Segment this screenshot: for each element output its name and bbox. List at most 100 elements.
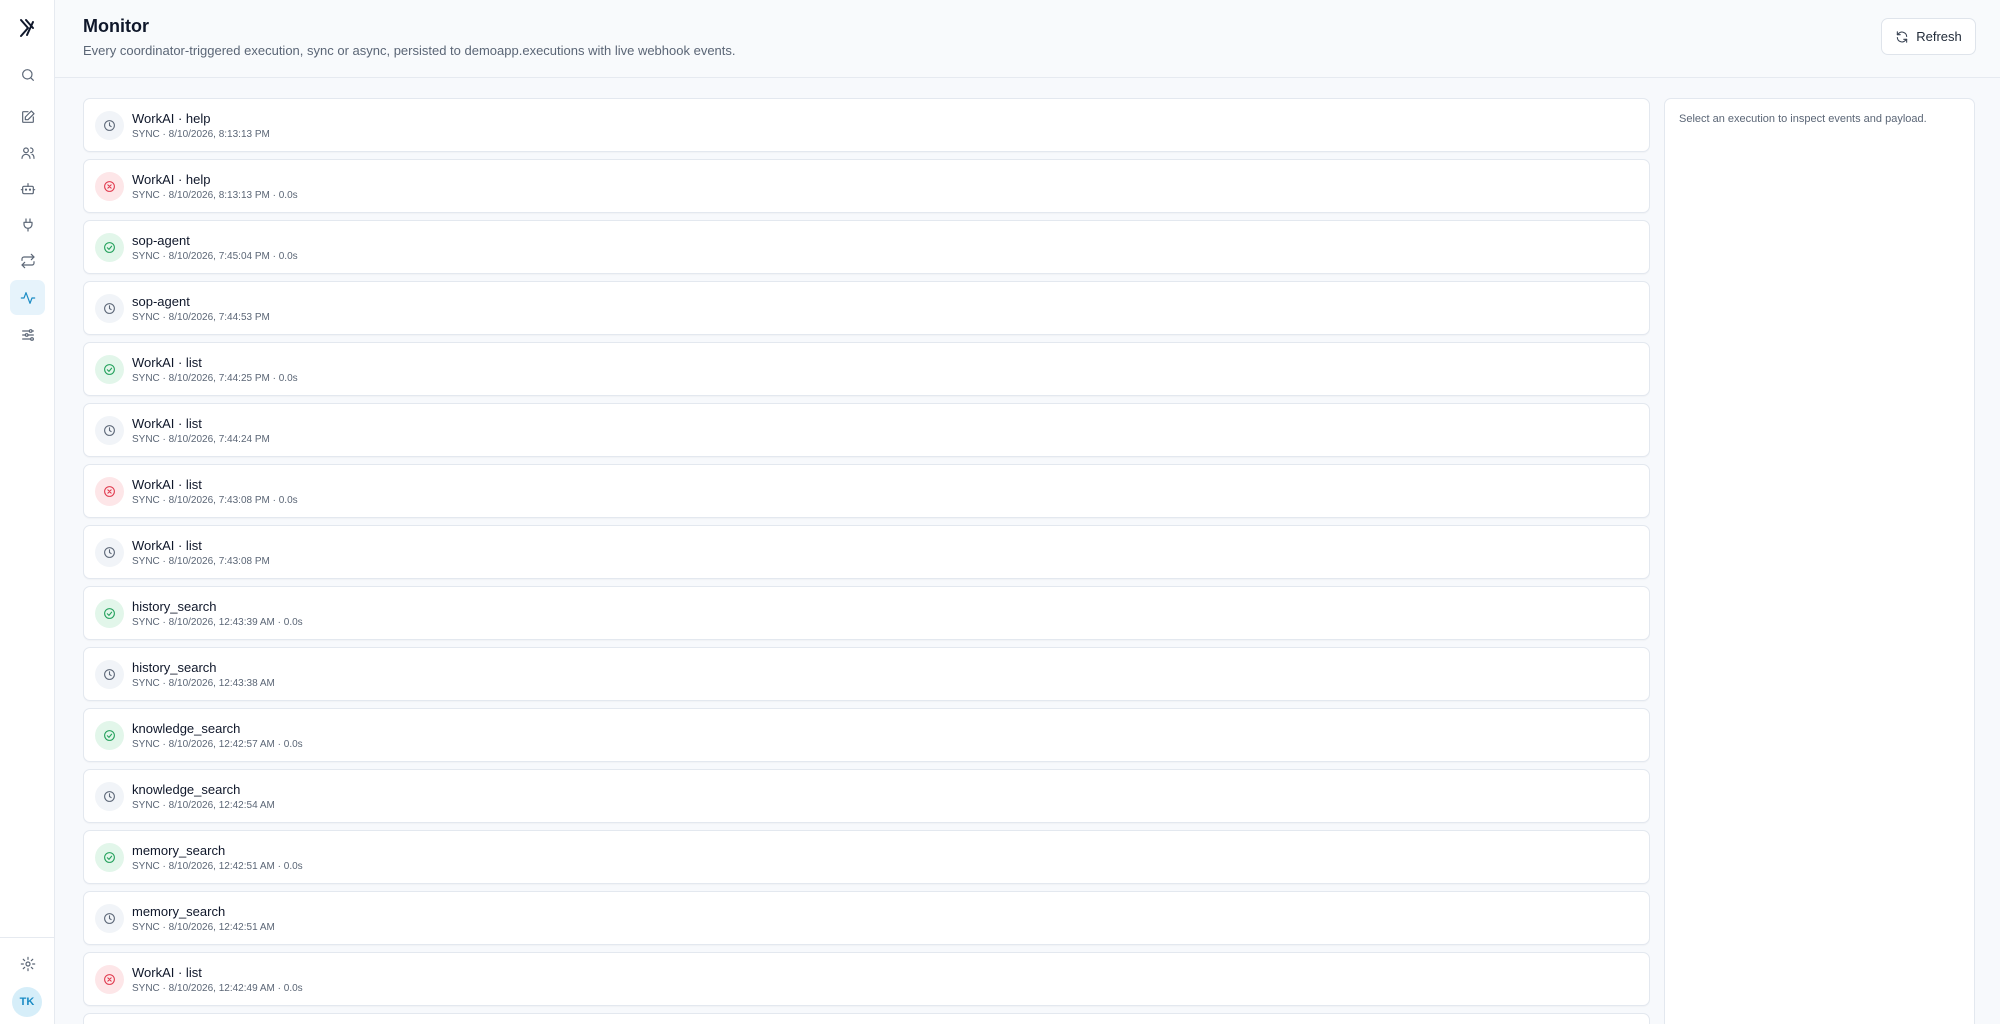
execution-row[interactable]	[83, 1013, 1650, 1024]
execution-name: history_search	[132, 660, 217, 675]
execution-row[interactable]: WorkAI · help SYNC · 8/10/2026, 8:13:13 P…	[83, 159, 1650, 213]
status-badge	[95, 294, 124, 323]
plug-icon	[22, 217, 33, 232]
refresh-button[interactable]: Refresh	[1881, 18, 1976, 55]
search-icon	[21, 68, 34, 81]
execution-row[interactable]: WorkAI · list SYNC · 8/10/2026, 7:44:25 P…	[83, 342, 1650, 396]
status-badge	[95, 965, 124, 994]
page-header: Monitor Every coordinator-triggered exec…	[55, 0, 2000, 78]
settings-button[interactable]	[10, 946, 45, 981]
execution-meta: SYNC · 8/10/2026, 12:42:51 AM · 0.0s	[132, 861, 303, 872]
execution-name: WorkAI · help	[132, 111, 211, 126]
gear-icon	[20, 956, 35, 971]
sidebar-item-users[interactable]	[10, 135, 45, 170]
clock-icon	[104, 303, 115, 314]
check-circle-icon	[104, 242, 115, 253]
execution-meta: SYNC · 8/10/2026, 8:13:13 PM	[132, 129, 270, 140]
page-subtitle: Every coordinator-triggered execution, s…	[83, 43, 736, 58]
brand-logo-icon[interactable]	[14, 15, 40, 41]
execution-meta: SYNC · 8/10/2026, 7:44:24 PM	[132, 434, 270, 445]
execution-name: WorkAI · list	[132, 416, 202, 431]
execution-row[interactable]: knowledge_search SYNC · 8/10/2026, 12:42:…	[83, 769, 1650, 823]
execution-detail-panel: Select an execution to inspect events an…	[1664, 98, 1975, 1024]
execution-meta: SYNC · 8/10/2026, 7:45:04 PM · 0.0s	[132, 251, 298, 262]
clock-icon	[104, 913, 115, 924]
execution-name: sop-agent	[132, 233, 190, 248]
refresh-icon	[1897, 30, 1908, 43]
clock-icon	[104, 120, 115, 131]
check-circle-icon	[104, 608, 115, 619]
clock-icon	[104, 791, 115, 802]
check-circle-icon	[104, 730, 115, 741]
sidebar-item-bots[interactable]	[10, 171, 45, 206]
execution-name: memory_search	[132, 904, 226, 919]
execution-name: history_search	[132, 599, 217, 614]
sidebar-item-monitor[interactable]	[10, 280, 45, 315]
sidebar-item-search[interactable]	[10, 57, 45, 92]
status-badge	[95, 477, 124, 506]
execution-name: WorkAI · list	[132, 965, 202, 980]
execution-row[interactable]: WorkAI · list SYNC · 8/10/2026, 7:44:24 P…	[83, 403, 1650, 457]
clock-icon	[104, 425, 115, 436]
check-circle-icon	[104, 364, 115, 375]
execution-row[interactable]: history_search SYNC · 8/10/2026, 12:43:38…	[83, 647, 1650, 701]
status-badge	[95, 843, 124, 872]
execution-row[interactable]: WorkAI · list SYNC · 8/10/2026, 7:43:08 P…	[83, 464, 1650, 518]
status-badge	[95, 782, 124, 811]
execution-row[interactable]: WorkAI · list SYNC · 8/10/2026, 7:43:08 P…	[83, 525, 1650, 579]
bot-icon	[20, 182, 35, 194]
execution-row[interactable]: knowledge_search SYNC · 8/10/2026, 12:42:…	[83, 708, 1650, 762]
x-circle-icon	[104, 181, 115, 192]
sidebar-item-workflows[interactable]	[10, 243, 45, 278]
detail-placeholder: Select an execution to inspect events an…	[1679, 113, 1927, 125]
execution-row[interactable]: sop-agent SYNC · 8/10/2026, 7:44:53 PM	[83, 281, 1650, 335]
execution-meta: SYNC · 8/10/2026, 7:43:08 PM · 0.0s	[132, 495, 298, 506]
execution-name: knowledge_search	[132, 782, 241, 797]
status-badge	[95, 538, 124, 567]
status-badge	[95, 721, 124, 750]
avatar[interactable]: TK	[12, 987, 42, 1017]
execution-name: knowledge_search	[132, 721, 241, 736]
clock-icon	[104, 547, 115, 558]
check-circle-icon	[104, 852, 115, 863]
status-badge	[95, 233, 124, 262]
sidebar-item-settings-sliders[interactable]	[10, 317, 45, 352]
execution-row[interactable]: history_search SYNC · 8/10/2026, 12:43:39…	[83, 586, 1650, 640]
status-badge	[95, 660, 124, 689]
execution-row[interactable]: WorkAI · list SYNC · 8/10/2026, 12:42:49 …	[83, 952, 1650, 1006]
status-badge	[95, 904, 124, 933]
sidebar: TK	[0, 0, 55, 1024]
repeat-icon	[20, 253, 35, 268]
status-badge	[95, 355, 124, 384]
x-circle-icon	[104, 974, 115, 985]
execution-name: WorkAI · list	[132, 477, 202, 492]
execution-meta: SYNC · 8/10/2026, 8:13:13 PM · 0.0s	[132, 190, 298, 201]
execution-row[interactable]: sop-agent SYNC · 8/10/2026, 7:45:04 PM · …	[83, 220, 1650, 274]
users-icon	[20, 146, 35, 159]
sidebar-item-edit[interactable]	[10, 99, 45, 134]
status-badge	[95, 111, 124, 140]
execution-name: sop-agent	[132, 294, 190, 309]
execution-meta: SYNC · 8/10/2026, 7:44:53 PM	[132, 312, 270, 323]
execution-name: WorkAI · list	[132, 355, 202, 370]
execution-meta: SYNC · 8/10/2026, 7:44:25 PM · 0.0s	[132, 373, 298, 384]
execution-meta: SYNC · 8/10/2026, 12:42:51 AM	[132, 922, 275, 933]
execution-row[interactable]: memory_search SYNC · 8/10/2026, 12:42:51 …	[83, 830, 1650, 884]
execution-meta: SYNC · 8/10/2026, 12:42:54 AM	[132, 800, 275, 811]
execution-row[interactable]: WorkAI · help SYNC · 8/10/2026, 8:13:13 P…	[83, 98, 1650, 152]
sliders-icon	[21, 328, 34, 341]
status-badge	[95, 599, 124, 628]
page-title: Monitor	[83, 16, 149, 36]
clock-icon	[104, 669, 115, 680]
status-badge	[95, 172, 124, 201]
execution-row[interactable]: memory_search SYNC · 8/10/2026, 12:42:51 …	[83, 891, 1650, 945]
execution-meta: SYNC · 8/10/2026, 7:43:08 PM	[132, 556, 270, 567]
execution-meta: SYNC · 8/10/2026, 12:43:38 AM	[132, 678, 275, 689]
sidebar-item-integrations[interactable]	[10, 207, 45, 242]
x-circle-icon	[104, 486, 115, 497]
status-badge	[95, 416, 124, 445]
execution-name: WorkAI · list	[132, 538, 202, 553]
execution-meta: SYNC · 8/10/2026, 12:43:39 AM · 0.0s	[132, 617, 303, 628]
execution-meta: SYNC · 8/10/2026, 12:42:57 AM · 0.0s	[132, 739, 303, 750]
execution-meta: SYNC · 8/10/2026, 12:42:49 AM · 0.0s	[132, 983, 303, 994]
